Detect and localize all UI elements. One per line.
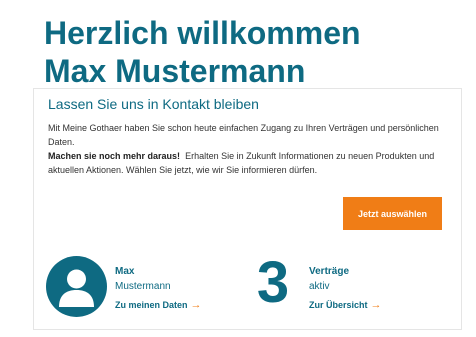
arrow-right-icon: → bbox=[190, 299, 202, 311]
zur-uebersicht-label: Zur Übersicht bbox=[309, 300, 368, 310]
zu-meinen-daten-link[interactable]: Zu meinen Daten → bbox=[115, 298, 202, 313]
welcome-page: Herzlich willkommen Max Mustermann Lasse… bbox=[0, 0, 476, 337]
contact-card-title: Lassen Sie uns in Kontakt bleiben bbox=[48, 96, 259, 112]
contact-card: Lassen Sie uns in Kontakt bleiben Mit Me… bbox=[33, 88, 462, 330]
intro-text: Mit Meine Gothaer haben Sie schon heute … bbox=[48, 123, 439, 147]
profile-summary: Max Mustermann Zu meinen Daten → bbox=[115, 264, 235, 313]
user-silhouette-icon bbox=[59, 269, 94, 307]
welcome-heading: Herzlich willkommen Max Mustermann bbox=[44, 14, 361, 90]
user-avatar bbox=[46, 256, 107, 317]
contracts-status: aktiv bbox=[309, 281, 330, 292]
jetzt-auswaehlen-button[interactable]: Jetzt auswählen bbox=[343, 197, 442, 230]
zur-uebersicht-link[interactable]: Zur Übersicht → bbox=[309, 298, 382, 313]
highlight-text: Machen sie noch mehr daraus! bbox=[48, 151, 181, 161]
greeting-text: Herzlich willkommen bbox=[44, 15, 361, 51]
arrow-right-icon: → bbox=[370, 299, 382, 311]
profile-first-name: Max bbox=[115, 266, 135, 277]
profile-last-name: Mustermann bbox=[115, 281, 171, 292]
contracts-title: Verträge bbox=[309, 266, 350, 277]
contracts-summary: Verträge aktiv Zur Übersicht → bbox=[309, 264, 429, 313]
contract-count: 3 bbox=[256, 250, 290, 315]
user-name-heading: Max Mustermann bbox=[44, 53, 306, 89]
contact-card-text: Mit Meine Gothaer haben Sie schon heute … bbox=[48, 121, 458, 177]
zu-meinen-daten-label: Zu meinen Daten bbox=[115, 300, 188, 310]
